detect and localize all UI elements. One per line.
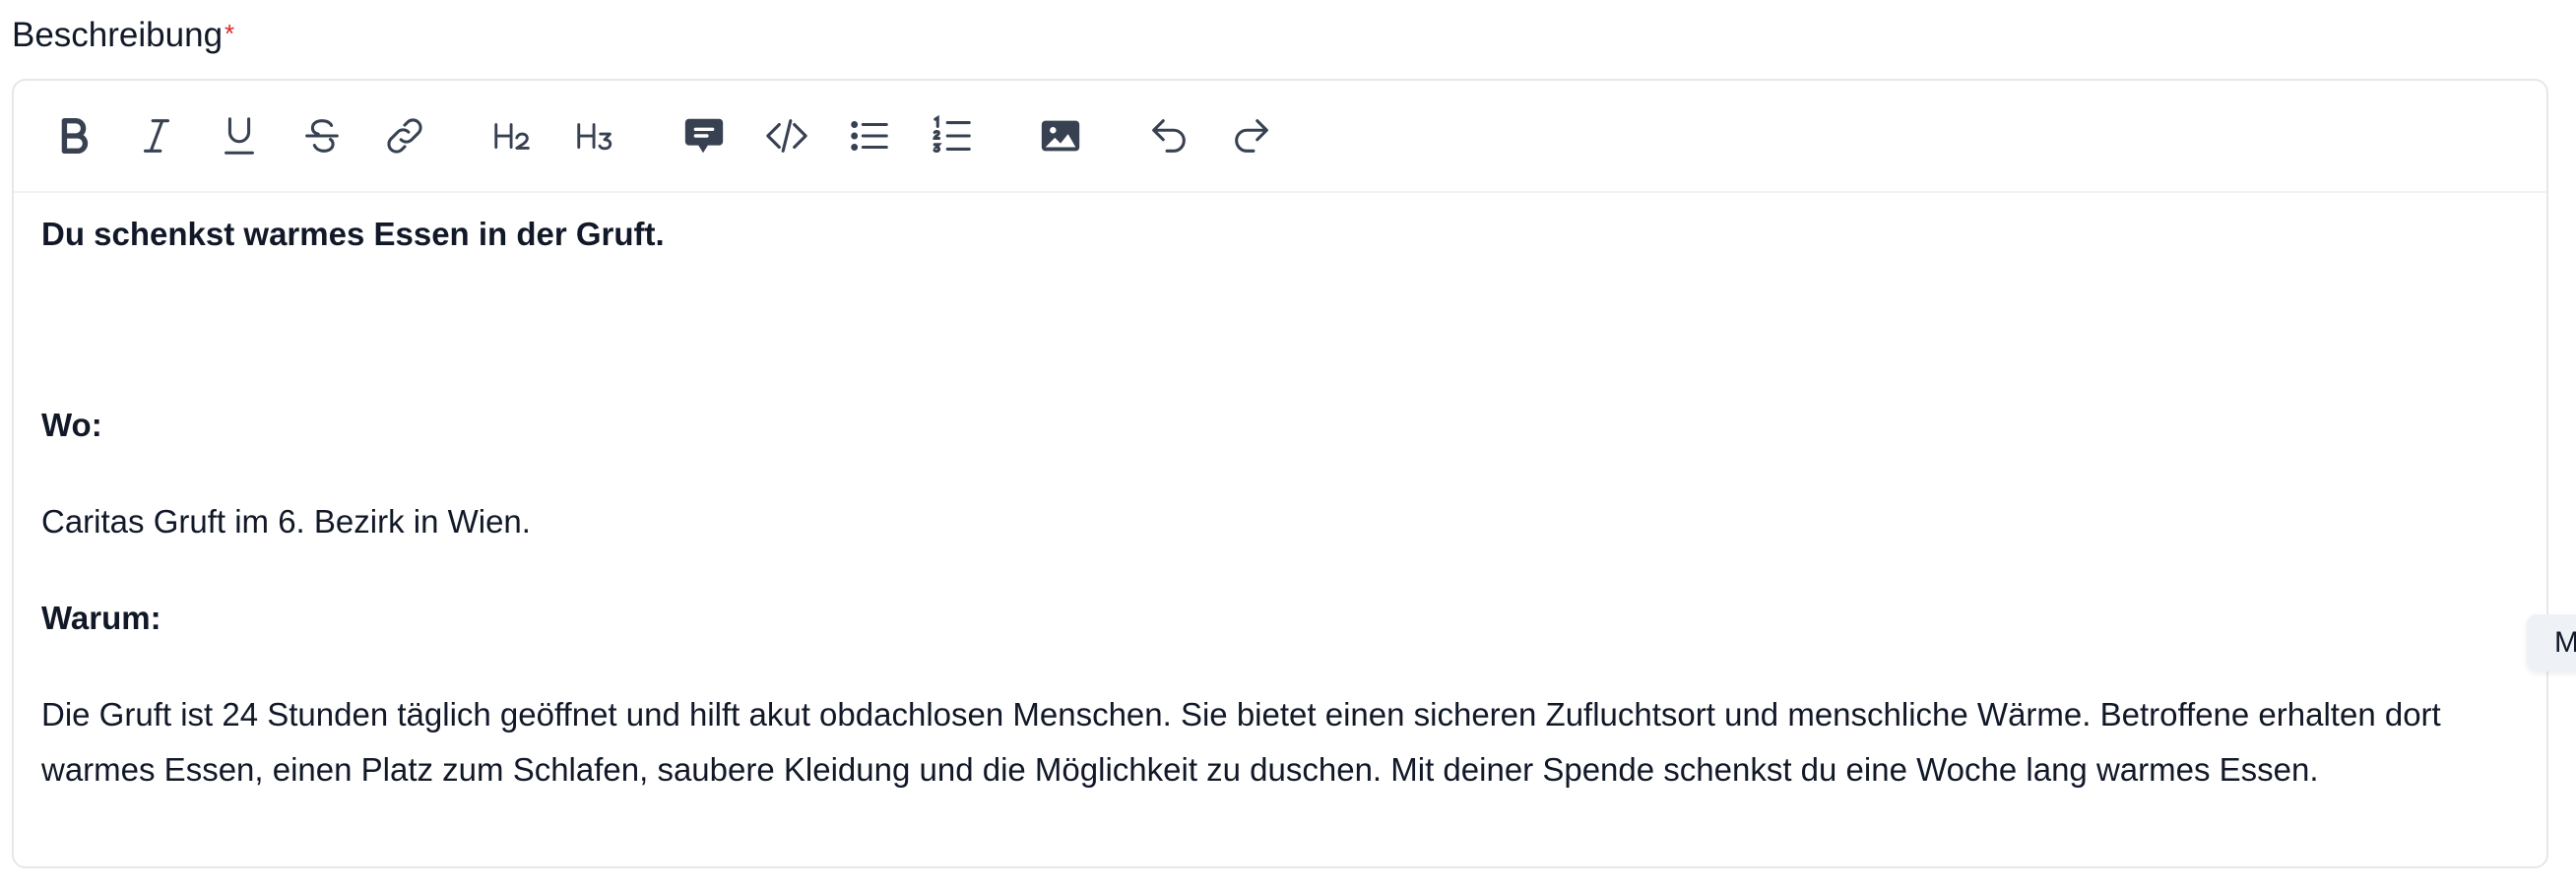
field-label: Beschreibung* — [12, 12, 234, 59]
field-label-text: Beschreibung — [12, 16, 224, 54]
code-button[interactable] — [756, 105, 817, 166]
link-icon — [387, 118, 422, 154]
why-heading: Warum: — [41, 600, 161, 636]
redo-button[interactable] — [1221, 105, 1282, 166]
editor-toolbar — [14, 81, 2546, 193]
italic-icon — [143, 119, 170, 153]
link-button[interactable] — [374, 105, 435, 166]
content-title: Du schenkst warmes Essen in der Gruft. — [41, 216, 665, 252]
redo-icon — [1235, 119, 1268, 153]
underline-icon — [225, 117, 254, 155]
underline-button[interactable] — [209, 105, 270, 166]
bold-button[interactable] — [43, 105, 104, 166]
required-mark: * — [225, 19, 235, 48]
heading3-button[interactable] — [565, 105, 626, 166]
ordered-list-icon — [933, 114, 971, 154]
image-icon — [1041, 120, 1080, 152]
undo-icon — [1152, 119, 1186, 153]
undo-button[interactable] — [1138, 105, 1199, 166]
strikethrough-button[interactable] — [291, 105, 353, 166]
h2-icon — [494, 123, 530, 150]
image-button[interactable] — [1030, 105, 1091, 166]
h3-icon — [577, 123, 612, 151]
why-text: Die Gruft ist 24 Stunden täglich geöffne… — [41, 696, 2441, 788]
code-icon — [766, 119, 807, 153]
editor-content[interactable]: Du schenkst warmes Essen in der Gruft. W… — [14, 193, 2546, 797]
where-heading: Wo: — [41, 407, 102, 443]
heading2-button[interactable] — [483, 105, 544, 166]
strikethrough-icon — [305, 119, 339, 153]
bullet-list-icon — [851, 121, 888, 151]
rich-text-editor[interactable]: Du schenkst warmes Essen in der Gruft. W… — [12, 79, 2548, 868]
bold-icon — [61, 117, 89, 155]
ordered-list-button[interactable] — [922, 105, 983, 166]
bullet-list-button[interactable] — [839, 105, 900, 166]
side-tab[interactable]: M — [2527, 614, 2576, 671]
blockquote-button[interactable] — [674, 105, 735, 166]
speech-bubble-icon — [684, 118, 724, 154]
where-text: Caritas Gruft im 6. Bezirk in Wien. — [41, 503, 531, 540]
italic-button[interactable] — [126, 105, 187, 166]
